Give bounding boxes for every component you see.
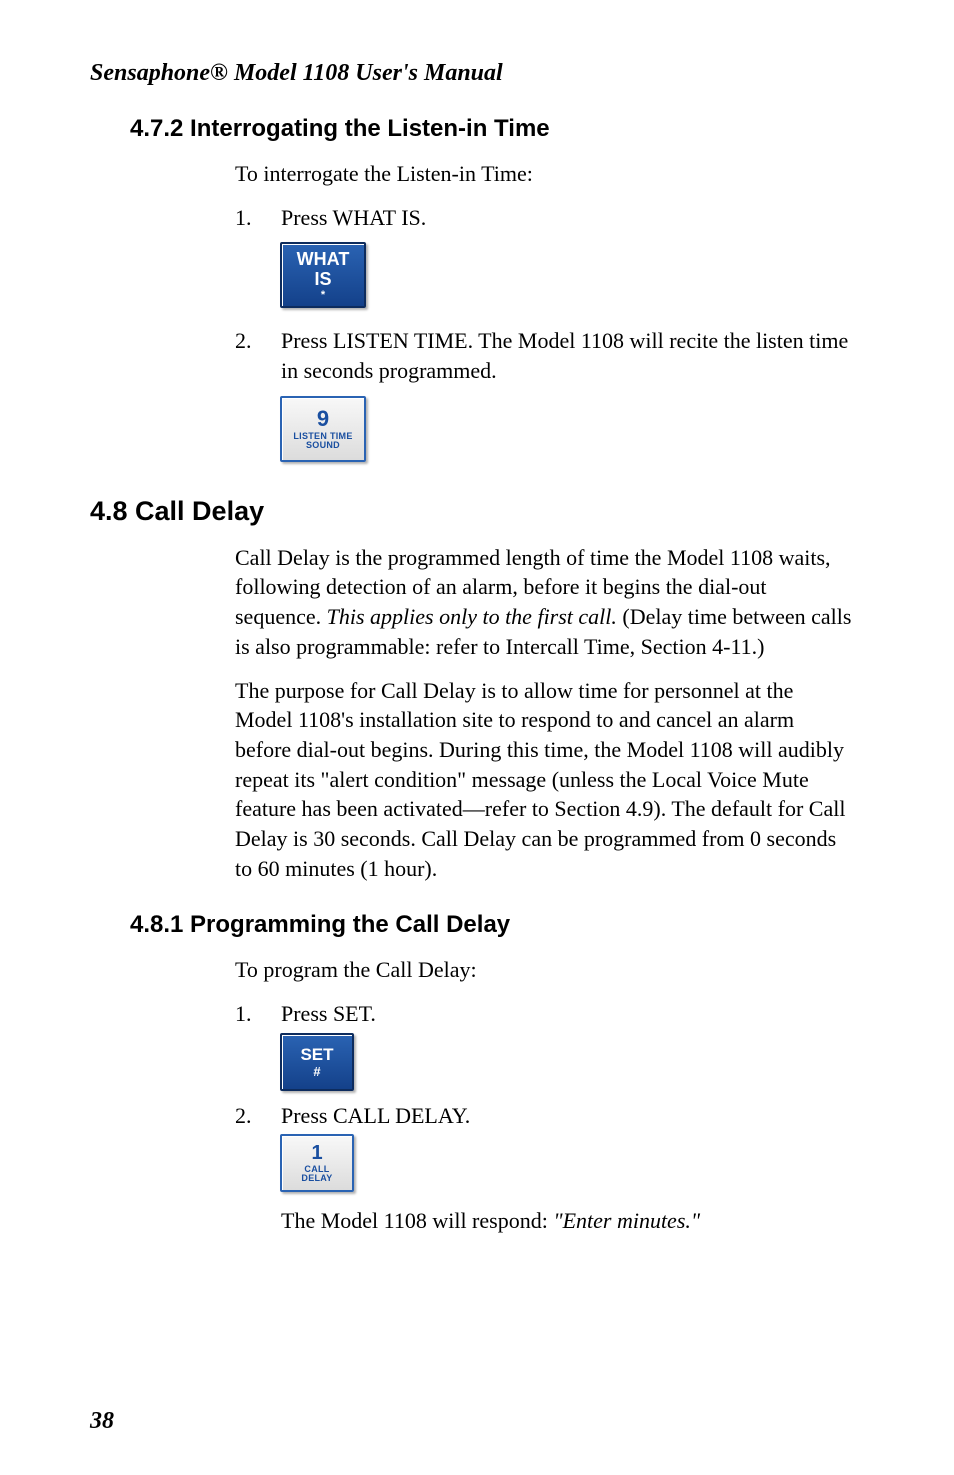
- step-number: 2.: [235, 1101, 281, 1131]
- text-run-italic: This applies only to the first call.: [327, 604, 617, 629]
- text-run-italic: "Enter minutes.": [553, 1208, 700, 1233]
- key-label-line2: IS: [314, 270, 331, 288]
- step-4-7-2-2: 2. Press LISTEN TIME. The Model 1108 wil…: [235, 326, 854, 385]
- step-text: Press SET.: [281, 999, 854, 1029]
- step-number: 1.: [235, 203, 281, 233]
- key-label-symbol: #: [313, 1065, 320, 1078]
- text-run: The Model 1108 will respond:: [281, 1208, 553, 1233]
- key-1-call-delay: 1 CALL DELAY: [280, 1134, 354, 1192]
- key-row-whatis: WHAT IS *: [280, 242, 864, 308]
- key-number: 1: [311, 1143, 322, 1163]
- response-line: The Model 1108 will respond: "Enter minu…: [281, 1206, 854, 1236]
- step-4-7-2-1: 1. Press WHAT IS.: [235, 203, 854, 233]
- step-text: Press CALL DELAY.: [281, 1101, 854, 1131]
- heading-4-8-1: 4.8.1 Programming the Call Delay: [130, 911, 864, 939]
- step-number: 1.: [235, 999, 281, 1029]
- key-label-symbol: *: [321, 290, 325, 301]
- page: Sensaphone® Model 1108 User's Manual 4.7…: [0, 0, 954, 1475]
- running-header: Sensaphone® Model 1108 User's Manual: [90, 60, 864, 87]
- key-set: SET #: [280, 1033, 354, 1091]
- step-text: Press LISTEN TIME. The Model 1108 will r…: [281, 326, 854, 385]
- key-sub-line2: DELAY: [301, 1174, 332, 1183]
- step-4-8-1-2: 2. Press CALL DELAY.: [235, 1101, 854, 1131]
- key-row-set: SET #: [280, 1033, 864, 1091]
- heading-4-8: 4.8 Call Delay: [90, 496, 864, 527]
- para-4-8-1: Call Delay is the programmed length of t…: [235, 543, 854, 662]
- key-label-line1: SET: [300, 1046, 333, 1063]
- step-number: 2.: [235, 326, 281, 385]
- step-text: Press WHAT IS.: [281, 203, 854, 233]
- key-9-listen-time: 9 LISTEN TIME SOUND: [280, 396, 366, 462]
- heading-4-7-2: 4.7.2 Interrogating the Listen-in Time: [130, 115, 864, 143]
- key-what-is: WHAT IS *: [280, 242, 366, 308]
- page-number: 38: [90, 1408, 114, 1435]
- intro-4-8-1: To program the Call Delay:: [235, 955, 854, 985]
- key-sub-line2: SOUND: [306, 441, 340, 450]
- key-number: 9: [317, 408, 329, 430]
- step-4-8-1-1: 1. Press SET.: [235, 999, 854, 1029]
- key-row-9: 9 LISTEN TIME SOUND: [280, 396, 864, 462]
- key-row-1: 1 CALL DELAY: [280, 1134, 864, 1192]
- para-4-8-2: The purpose for Call Delay is to allow t…: [235, 676, 854, 884]
- intro-4-7-2: To interrogate the Listen-in Time:: [235, 159, 854, 189]
- key-label-line1: WHAT: [297, 250, 350, 268]
